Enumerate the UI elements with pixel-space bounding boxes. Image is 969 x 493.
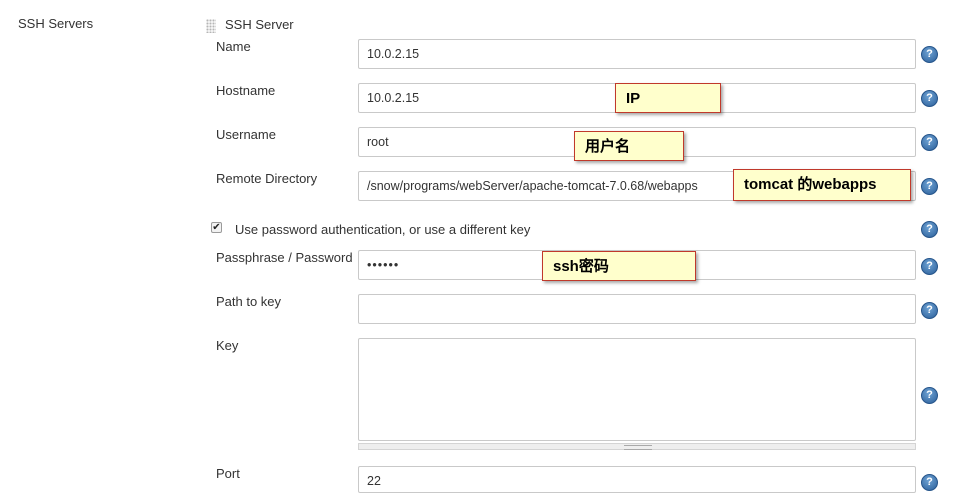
username-label: Username [216,127,276,142]
remote-directory-help-icon[interactable]: ? [921,178,938,195]
annotation-ip: IP [615,83,721,113]
server-block-title: SSH Server [225,17,294,32]
name-help-icon[interactable]: ? [921,46,938,63]
path-to-key-field[interactable] [358,294,916,324]
name-label: Name [216,39,251,54]
use-password-help-icon[interactable]: ? [921,221,938,238]
grip-lines-icon [624,445,652,450]
port-label: Port [216,466,240,481]
passphrase-help-icon[interactable]: ? [921,258,938,275]
name-field[interactable]: 10.0.2.15 [358,39,916,69]
annotation-username: 用户名 [574,131,684,161]
annotation-password: ssh密码 [542,251,696,281]
annotation-webapps: tomcat 的webapps [733,169,911,201]
hostname-help-icon[interactable]: ? [921,90,938,107]
path-to-key-help-icon[interactable]: ? [921,302,938,319]
path-to-key-label: Path to key [216,294,282,309]
username-help-icon[interactable]: ? [921,134,938,151]
hostname-label: Hostname [216,83,276,98]
remote-directory-label: Remote Directory [216,171,318,186]
drag-grip-icon[interactable] [206,19,216,33]
use-password-label[interactable]: Use password authentication, or use a di… [235,222,530,237]
port-field[interactable]: 22 [358,466,916,493]
key-label: Key [216,338,239,353]
port-help-icon[interactable]: ? [921,474,938,491]
key-textarea[interactable] [358,338,916,441]
section-label: SSH Servers [18,16,94,31]
textarea-resize-handle[interactable] [358,443,916,450]
use-password-checkbox[interactable]: ✔ [211,222,222,233]
key-help-icon[interactable]: ? [921,387,938,404]
passphrase-label: Passphrase / Password [216,250,353,265]
ssh-config-page: SSH Servers SSH Server Name 10.0.2.15 ? … [0,0,969,493]
